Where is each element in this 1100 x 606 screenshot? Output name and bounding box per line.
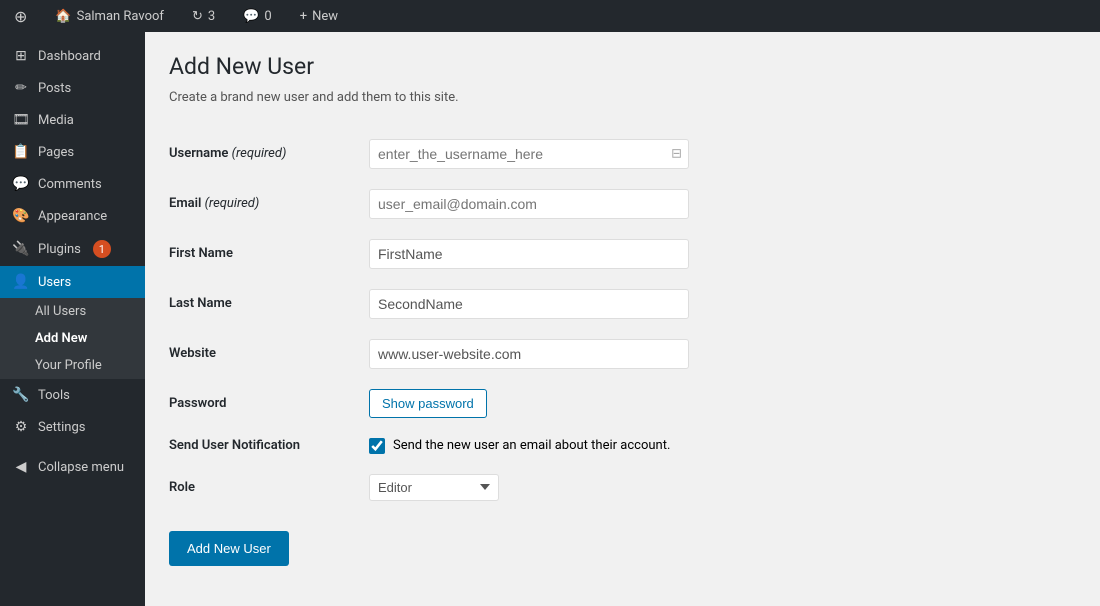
adminbar-site[interactable]: 🏠 Salman Ravoof xyxy=(49,0,170,32)
collapse-label: Collapse menu xyxy=(38,460,124,475)
pages-icon: 📋 xyxy=(12,144,30,160)
show-password-button[interactable]: Show password xyxy=(369,389,487,418)
tools-icon: 🔧 xyxy=(12,387,30,403)
site-name: Salman Ravoof xyxy=(77,9,164,24)
firstname-row: First Name xyxy=(169,229,1076,279)
add-user-form: Username (required) ⊟ xyxy=(169,129,1076,511)
comments-icon: 💬 xyxy=(243,9,259,24)
new-label: New xyxy=(312,9,338,24)
page-description: Create a brand new user and add them to … xyxy=(169,90,1076,105)
firstname-label: First Name xyxy=(169,246,233,261)
sidebar-item-posts[interactable]: ✏ Posts xyxy=(0,72,145,104)
appearance-icon: 🎨 xyxy=(12,208,30,224)
submenu-add-new[interactable]: Add New xyxy=(0,325,145,352)
sidebar-item-appearance[interactable]: 🎨 Appearance xyxy=(0,200,145,232)
username-input-wrapper: ⊟ xyxy=(369,139,689,169)
sidebar-item-dashboard-label: Dashboard xyxy=(38,49,101,64)
sidebar-item-tools-label: Tools xyxy=(38,388,70,403)
sidebar-item-appearance-label: Appearance xyxy=(38,209,107,224)
notification-checkbox-row: Send the new user an email about their a… xyxy=(369,438,1076,454)
posts-icon: ✏ xyxy=(12,80,30,96)
notification-text: Send the new user an email about their a… xyxy=(393,438,670,453)
notification-checkbox[interactable] xyxy=(369,438,385,454)
users-icon: 👤 xyxy=(12,274,30,290)
users-submenu: All Users Add New Your Profile xyxy=(0,298,145,379)
comments-count: 0 xyxy=(264,9,271,24)
role-row: Role SubscriberContributorAuthorEditorAd… xyxy=(169,464,1076,511)
updates-icon: ↻ xyxy=(192,9,203,24)
sidebar-item-users[interactable]: 👤 Users xyxy=(0,266,145,298)
sidebar-item-settings-label: Settings xyxy=(38,420,85,435)
sidebar-item-media-label: Media xyxy=(38,113,74,128)
notification-row: Send User Notification Send the new user… xyxy=(169,428,1076,464)
adminbar-new[interactable]: + New xyxy=(294,0,344,32)
role-label: Role xyxy=(169,480,195,495)
website-label: Website xyxy=(169,346,216,361)
plugins-badge: 1 xyxy=(93,240,111,258)
plugins-icon: 🔌 xyxy=(12,241,30,257)
firstname-input[interactable] xyxy=(369,239,689,269)
username-input[interactable] xyxy=(369,139,689,169)
adminbar-comments[interactable]: 💬 0 xyxy=(237,0,278,32)
password-label: Password xyxy=(169,396,226,411)
all-users-label: All Users xyxy=(35,304,86,319)
adminbar-logo[interactable]: ⊕ xyxy=(8,0,33,32)
home-icon: 🏠 xyxy=(55,9,71,24)
sidebar-item-tools[interactable]: 🔧 Tools xyxy=(0,379,145,411)
username-toggle-icon: ⊟ xyxy=(671,146,682,161)
collapse-menu[interactable]: ◀ Collapse menu xyxy=(0,451,145,483)
website-row: Website xyxy=(169,329,1076,379)
website-input[interactable] xyxy=(369,339,689,369)
comments-nav-icon: 💬 xyxy=(12,176,30,192)
collapse-icon: ◀ xyxy=(12,459,30,475)
username-label: Username (required) xyxy=(169,146,286,161)
email-row: Email (required) xyxy=(169,179,1076,229)
username-row: Username (required) ⊟ xyxy=(169,129,1076,179)
settings-icon: ⚙ xyxy=(12,419,30,435)
lastname-label: Last Name xyxy=(169,296,232,311)
lastname-row: Last Name xyxy=(169,279,1076,329)
password-row: Password Show password xyxy=(169,379,1076,428)
add-new-label: Add New xyxy=(35,331,87,346)
plus-icon: + xyxy=(300,9,307,24)
lastname-input[interactable] xyxy=(369,289,689,319)
main-content: Add New User Create a brand new user and… xyxy=(145,32,1100,606)
sidebar-item-pages-label: Pages xyxy=(38,145,74,160)
adminbar-updates[interactable]: ↻ 3 xyxy=(186,0,221,32)
media-icon: 🎞 xyxy=(12,112,30,128)
page-title: Add New User xyxy=(169,52,1076,82)
add-new-user-button[interactable]: Add New User xyxy=(169,531,289,566)
your-profile-label: Your Profile xyxy=(35,358,102,373)
sidebar-item-plugins-label: Plugins xyxy=(38,242,81,257)
sidebar-item-users-label: Users xyxy=(38,275,71,290)
sidebar-item-settings[interactable]: ⚙ Settings xyxy=(0,411,145,443)
role-select[interactable]: SubscriberContributorAuthorEditorAdminis… xyxy=(369,474,499,501)
sidebar-item-plugins[interactable]: 🔌 Plugins 1 xyxy=(0,232,145,266)
notification-label: Send User Notification xyxy=(169,438,300,453)
email-label: Email (required) xyxy=(169,196,259,211)
submenu-your-profile[interactable]: Your Profile xyxy=(0,352,145,379)
email-input[interactable] xyxy=(369,189,689,219)
sidebar-item-media[interactable]: 🎞 Media xyxy=(0,104,145,136)
sidebar-item-comments[interactable]: 💬 Comments xyxy=(0,168,145,200)
sidebar-item-comments-label: Comments xyxy=(38,177,102,192)
dashboard-icon: ⊞ xyxy=(12,48,30,64)
updates-count: 3 xyxy=(208,9,215,24)
sidebar-item-dashboard[interactable]: ⊞ Dashboard xyxy=(0,40,145,72)
sidebar-item-pages[interactable]: 📋 Pages xyxy=(0,136,145,168)
sidebar-item-posts-label: Posts xyxy=(38,81,71,96)
submenu-all-users[interactable]: All Users xyxy=(0,298,145,325)
sidebar: ⊞ Dashboard ✏ Posts 🎞 Media 📋 Pages 💬 Co… xyxy=(0,32,145,606)
wordpress-icon: ⊕ xyxy=(14,7,27,26)
